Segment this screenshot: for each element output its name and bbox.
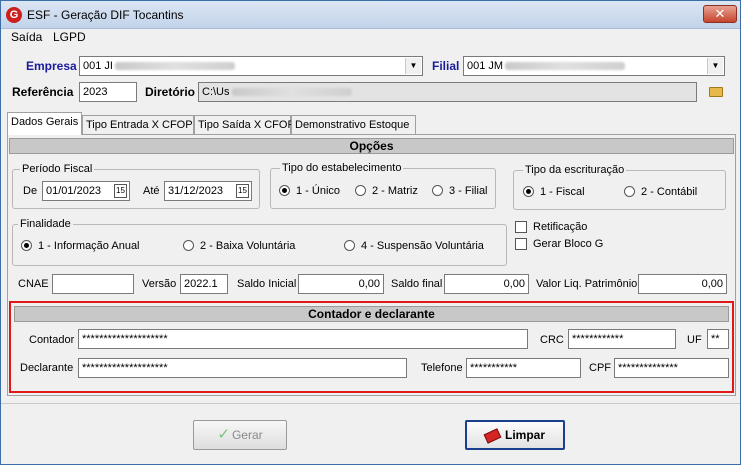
periodo-fiscal-title: Período Fiscal [20,163,95,175]
empresa-select[interactable]: 001 JI ▼ [79,56,423,76]
empresa-label: Empresa [26,59,77,73]
retificacao-checkbox[interactable] [515,221,527,233]
tipo-estabelecimento-title: Tipo do estabelecimento [280,162,404,174]
filial-label: Filial [432,59,460,73]
saldo-inicial-input[interactable]: 0,00 [298,274,384,294]
empresa-value: 001 JI [83,60,113,72]
saldo-final-label: Saldo final [391,278,443,290]
de-label: De [23,185,38,197]
tipo-escrituracao-title: Tipo da escrituração [523,164,627,176]
radio-estab-unico[interactable] [279,185,290,196]
radio-final-anual[interactable] [21,240,32,251]
declarante-input[interactable]: ******************** [78,358,407,378]
chevron-down-icon[interactable]: ▼ [405,58,421,74]
uf-label: UF [687,334,702,346]
redacted-text [231,88,352,97]
cnae-label: CNAE [18,278,49,290]
versao-label: Versão [142,278,177,290]
title-bar: G ESF - Geração DIF Tocantins ✕ [1,1,740,29]
radio-escrit-fiscal-label: 1 - Fiscal [540,186,585,198]
telefone-label: Telefone [421,362,463,374]
eraser-icon [483,428,502,444]
cnae-input[interactable] [52,274,134,294]
check-icon: ✓ [217,426,230,443]
retificacao-label: Retificação [533,221,588,233]
tab-tipo-entrada-cfop[interactable]: Tipo Entrada X CFOP [82,115,194,134]
app-logo-icon: G [6,7,22,23]
contador-header: Contador e declarante [14,306,729,322]
menu-bar: Saída LGPD [1,29,740,46]
ate-label: Até [143,185,160,197]
radio-escrit-contabil[interactable] [624,186,635,197]
tab-dados-gerais[interactable]: Dados Gerais [7,112,82,135]
radio-final-baixa[interactable] [183,240,194,251]
tab-demonstrativo-estoque[interactable]: Demonstrativo Estoque [291,115,416,134]
close-button[interactable]: ✕ [703,5,737,23]
gerar-button-label: Gerar [231,428,263,442]
patrimonio-label: Valor Liq. Patrimônio [536,278,638,290]
gerar-button[interactable]: ✓ Gerar [193,420,287,450]
radio-final-suspensao-label: 4 - Suspensão Voluntária [361,240,484,252]
cpf-input[interactable]: ************** [614,358,729,378]
referencia-label: Referência [12,85,74,99]
limpar-button[interactable]: Limpar [465,420,565,450]
data-final-value: 31/12/2023 [168,185,224,197]
data-final-input[interactable]: 31/12/2023 15 [164,181,252,201]
saldo-final-input[interactable]: 0,00 [444,274,529,294]
saldo-inicial-label: Saldo Inicial [237,278,297,290]
filial-value: 001 JM [467,60,504,72]
radio-estab-matriz-label: 2 - Matriz [372,185,418,197]
radio-final-suspensao[interactable] [344,240,355,251]
limpar-button-label: Limpar [504,428,545,442]
calendar-icon[interactable]: 15 [236,184,249,198]
chevron-down-icon[interactable]: ▼ [707,58,723,74]
versao-input[interactable]: 2022.1 [180,274,228,294]
telefone-input[interactable]: *********** [466,358,581,378]
diretorio-value: C:\Us [202,86,230,98]
bottom-separator [1,403,740,404]
window-title: ESF - Geração DIF Tocantins [27,8,184,22]
radio-estab-matriz[interactable] [355,185,366,196]
diretorio-label: Diretório [145,85,196,99]
main-window: G ESF - Geração DIF Tocantins ✕ Saída LG… [0,0,741,465]
menu-item-lgpd[interactable]: LGPD [53,30,86,44]
radio-final-anual-label: 1 - Informação Anual [38,240,140,252]
radio-final-baixa-label: 2 - Baixa Voluntária [200,240,296,252]
declarante-label: Declarante [20,362,74,374]
data-inicial-input[interactable]: 01/01/2023 15 [42,181,130,201]
redacted-text [114,62,235,71]
radio-escrit-contabil-label: 2 - Contábil [641,186,698,198]
folder-icon[interactable] [709,87,723,97]
filial-select[interactable]: 001 JM ▼ [463,56,725,76]
tab-tipo-saida-cfop[interactable]: Tipo Saída X CFOP [194,115,295,134]
radio-estab-unico-label: 1 - Único [296,185,341,197]
gerar-bloco-g-checkbox[interactable] [515,238,527,250]
radio-escrit-fiscal[interactable] [523,186,534,197]
redacted-text [505,62,626,71]
contador-input[interactable]: ******************** [78,329,528,349]
opcoes-header: Opções [9,138,734,154]
uf-input[interactable]: ** [707,329,729,349]
diretorio-input[interactable]: C:\Us [198,82,697,102]
crc-input[interactable]: ************ [568,329,676,349]
patrimonio-input[interactable]: 0,00 [638,274,727,294]
calendar-icon[interactable]: 15 [114,184,127,198]
gerar-bloco-g-label: Gerar Bloco G [533,238,604,250]
contador-label: Contador [29,334,75,346]
radio-estab-filial[interactable] [432,185,443,196]
crc-label: CRC [540,334,564,346]
radio-estab-filial-label: 3 - Filial [449,185,488,197]
cpf-label: CPF [589,362,611,374]
menu-item-saida[interactable]: Saída [11,30,42,44]
referencia-input[interactable]: 2023 [79,82,137,102]
data-inicial-value: 01/01/2023 [46,185,102,197]
finalidade-title: Finalidade [18,218,73,230]
